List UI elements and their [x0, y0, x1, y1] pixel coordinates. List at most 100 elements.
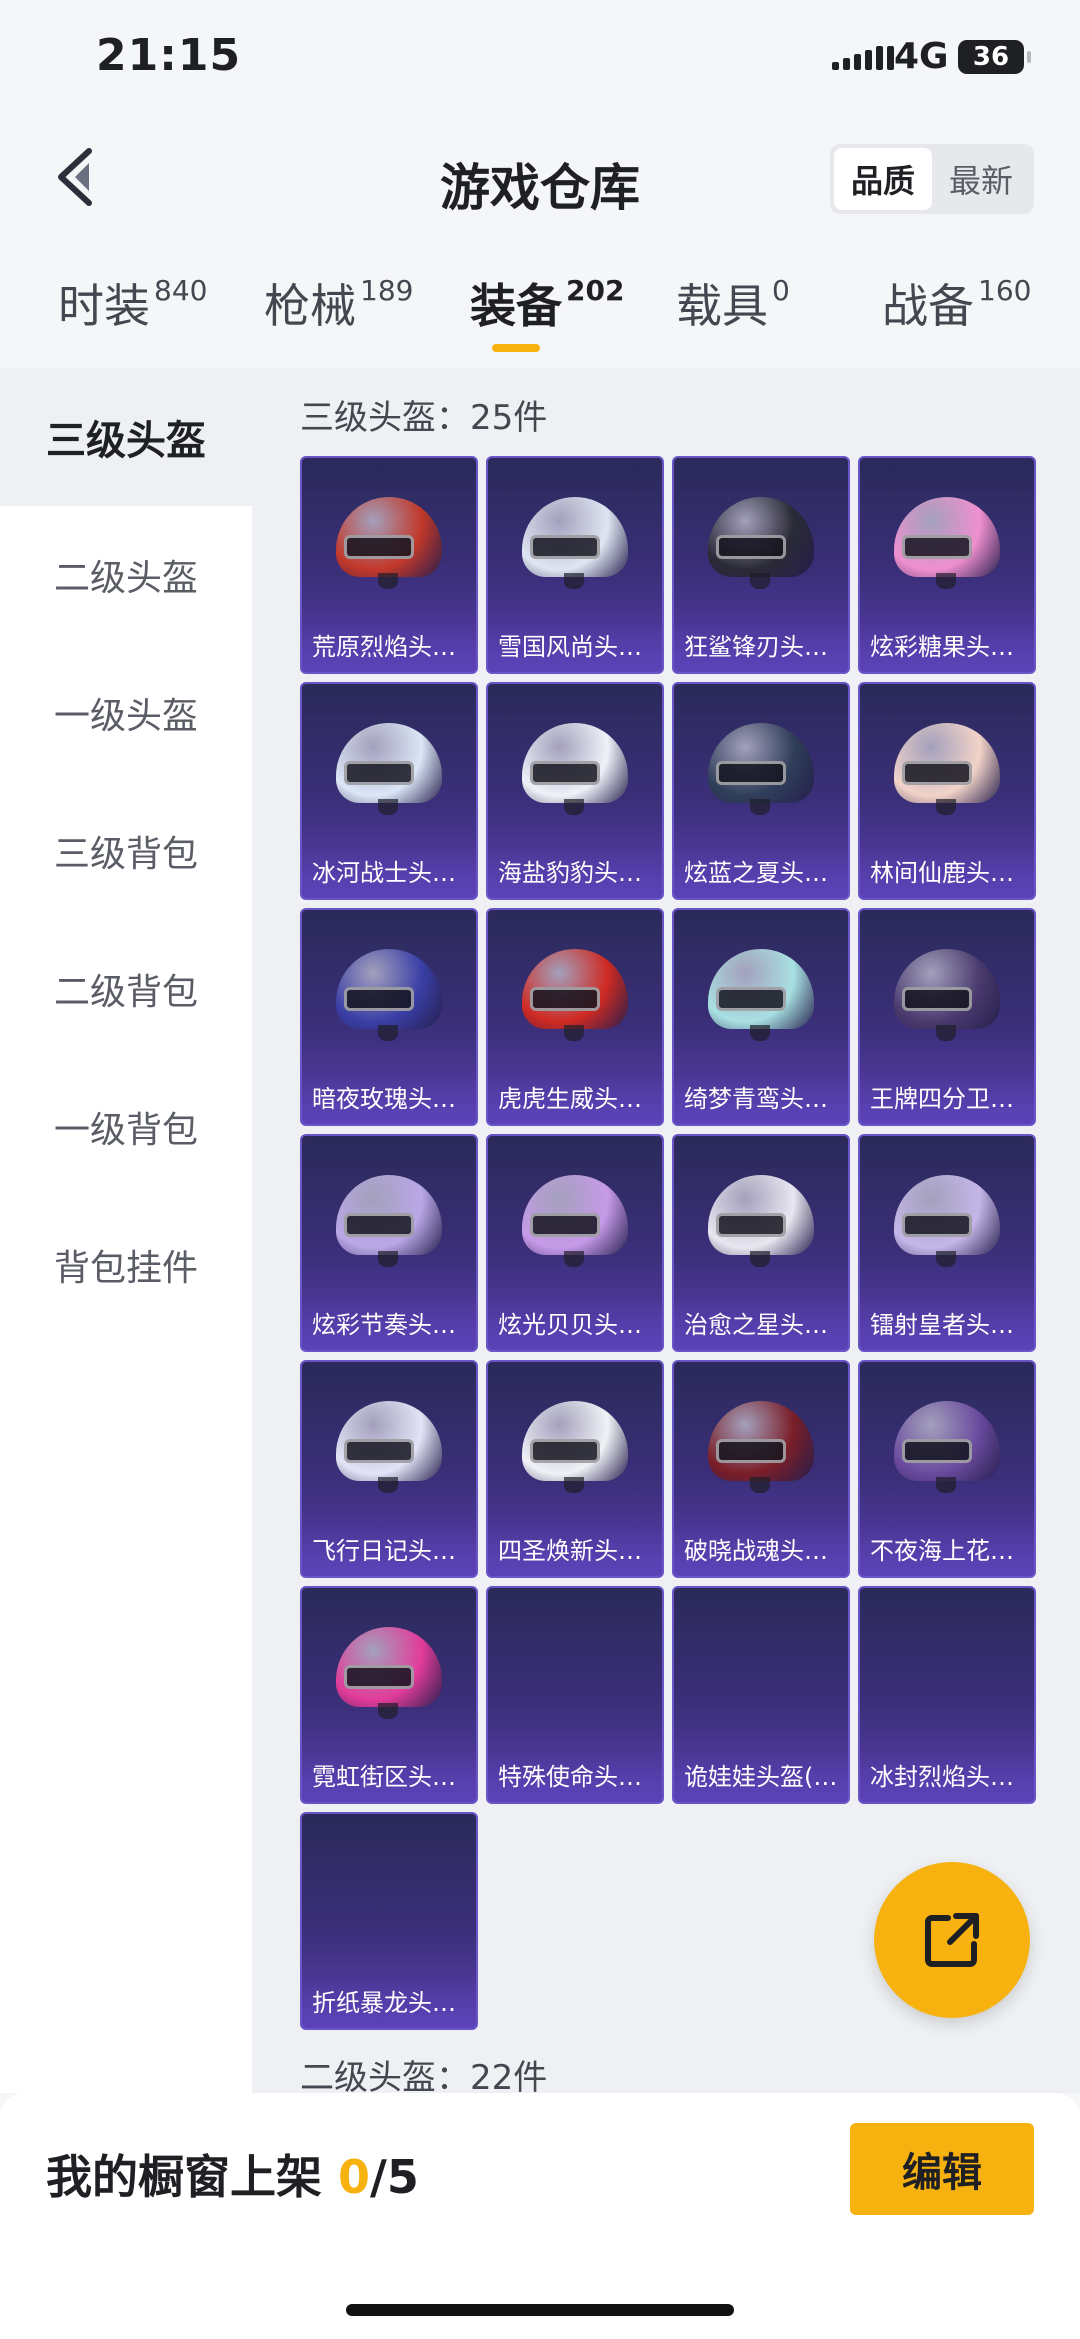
item-card[interactable]: 治愈之星头…	[672, 1134, 850, 1352]
item-card[interactable]: 四圣焕新头…	[486, 1360, 664, 1578]
item-card[interactable]: 折纸暴龙头…	[300, 1812, 478, 2030]
sidebar-item-level1-helmet[interactable]: 一级头盔	[0, 644, 252, 782]
item-card[interactable]: 炫蓝之夏头…	[672, 682, 850, 900]
item-thumbnail	[302, 684, 476, 850]
item-name: 折纸暴龙头…	[302, 1978, 476, 2028]
item-card[interactable]: 炫光贝贝头…	[486, 1134, 664, 1352]
item-card[interactable]: 诡娃娃头盔(…	[672, 1586, 850, 1804]
helmet-icon	[516, 1395, 634, 1495]
item-card[interactable]: 镭射皇者头…	[858, 1134, 1036, 1352]
item-name: 炫彩糖果头…	[860, 622, 1034, 672]
item-card[interactable]: 炫彩节奏头…	[300, 1134, 478, 1352]
item-card[interactable]: 王牌四分卫…	[858, 908, 1036, 1126]
tab-fashion[interactable]: 时装 840	[58, 270, 207, 336]
helmet-icon	[888, 943, 1006, 1043]
sidebar: 三级头盔 二级头盔 一级头盔 三级背包 二级背包 一级背包 背包挂件	[0, 368, 252, 2093]
category-tabs: 时装 840 枪械 189 装备 202 载具 0 战备 160	[0, 240, 1080, 368]
item-name: 飞行日记头…	[302, 1526, 476, 1576]
item-card[interactable]: 冰河战士头…	[300, 682, 478, 900]
battery-level: 36	[972, 42, 1010, 72]
helmet-icon	[702, 717, 820, 817]
item-thumbnail	[860, 684, 1034, 850]
item-thumbnail	[302, 458, 476, 624]
item-card[interactable]: 冰封烈焰头…	[858, 1586, 1036, 1804]
item-card[interactable]: 雪国风尚头…	[486, 456, 664, 674]
item-card[interactable]: 荒原烈焰头…	[300, 456, 478, 674]
sidebar-item-level3-backpack[interactable]: 三级背包	[0, 782, 252, 920]
tab-weapons[interactable]: 枪械 189	[264, 270, 413, 336]
item-name: 特殊使命头…	[488, 1752, 662, 1802]
item-card[interactable]: 海盐豹豹头…	[486, 682, 664, 900]
item-thumbnail	[860, 1362, 1034, 1528]
helmet-icon	[702, 1395, 820, 1495]
item-thumbnail	[302, 1362, 476, 1528]
status-bar: 21:15 4G 36	[0, 0, 1080, 120]
item-name: 炫光贝贝头…	[488, 1300, 662, 1350]
sidebar-item-level2-backpack[interactable]: 二级背包	[0, 920, 252, 1058]
network-type: 4G	[894, 36, 949, 77]
helmet-icon	[330, 1169, 448, 1269]
item-name: 林间仙鹿头…	[860, 848, 1034, 898]
item-name: 荒原烈焰头…	[302, 622, 476, 672]
tab-equipment[interactable]: 装备 202	[470, 270, 624, 336]
item-thumbnail	[674, 684, 848, 850]
sidebar-item-backpack-charm[interactable]: 背包挂件	[0, 1196, 252, 1334]
item-name: 炫蓝之夏头…	[674, 848, 848, 898]
item-name: 王牌四分卫…	[860, 1074, 1034, 1124]
tab-vehicles[interactable]: 载具 0	[676, 270, 790, 336]
item-name: 诡娃娃头盔(…	[674, 1752, 848, 1802]
helmet-icon	[330, 1395, 448, 1495]
tab-count: 189	[360, 273, 414, 307]
sidebar-item-level1-backpack[interactable]: 一级背包	[0, 1058, 252, 1196]
item-name: 镭射皇者头…	[860, 1300, 1034, 1350]
item-thumbnail	[674, 1362, 848, 1528]
item-name: 不夜海上花…	[860, 1526, 1034, 1576]
helmet-icon	[888, 1169, 1006, 1269]
item-card[interactable]: 暗夜玫瑰头…	[300, 908, 478, 1126]
sidebar-item-level3-helmet[interactable]: 三级头盔	[0, 368, 252, 506]
item-name: 冰封烈焰头…	[860, 1752, 1034, 1802]
item-thumbnail	[860, 910, 1034, 1076]
item-name: 炫彩节奏头…	[302, 1300, 476, 1350]
item-card[interactable]: 霓虹街区头…	[300, 1586, 478, 1804]
item-card[interactable]: 林间仙鹿头…	[858, 682, 1036, 900]
tab-count: 160	[978, 273, 1032, 307]
item-thumbnail	[674, 458, 848, 624]
sidebar-item-level2-helmet[interactable]: 二级头盔	[0, 506, 252, 644]
tab-supplies[interactable]: 战备 160	[882, 270, 1031, 336]
item-card[interactable]: 不夜海上花…	[858, 1360, 1036, 1578]
sort-option-quality[interactable]: 品质	[834, 148, 932, 210]
item-card[interactable]: 飞行日记头…	[300, 1360, 478, 1578]
share-button[interactable]	[874, 1862, 1030, 2018]
item-name: 暗夜玫瑰头…	[302, 1074, 476, 1124]
sort-option-latest[interactable]: 最新	[932, 148, 1030, 210]
item-list[interactable]: 三级头盔：25件 荒原烈焰头… 雪国风尚头… 狂鲨锋刃头… 炫彩糖果头… 冰河战士头… 海…	[252, 368, 1080, 2093]
showcase-count: 0	[338, 2150, 371, 2204]
helmet-icon	[888, 491, 1006, 591]
helmet-icon	[516, 1169, 634, 1269]
battery-icon: 36	[958, 40, 1031, 74]
section-title: 三级头盔：25件	[300, 398, 548, 438]
item-card[interactable]: 特殊使命头…	[486, 1586, 664, 1804]
item-card[interactable]: 破晓战魂头…	[672, 1360, 850, 1578]
showcase-total: /5	[370, 2150, 419, 2204]
item-card[interactable]: 虎虎生威头…	[486, 908, 664, 1126]
helmet-icon	[330, 1621, 448, 1721]
item-card[interactable]: 绮梦青鸾头…	[672, 908, 850, 1126]
cellular-signal-icon	[832, 46, 894, 70]
item-thumbnail	[302, 910, 476, 1076]
item-thumbnail	[302, 1136, 476, 1302]
item-thumbnail	[302, 1588, 476, 1754]
helmet-icon	[888, 717, 1006, 817]
bottom-bar: 我的橱窗上架 0/5 编辑	[0, 2093, 1080, 2339]
item-card[interactable]: 狂鲨锋刃头…	[672, 456, 850, 674]
edit-button[interactable]: 编辑	[850, 2123, 1034, 2215]
item-thumbnail	[488, 1362, 662, 1528]
helmet-icon	[702, 1169, 820, 1269]
external-link-icon	[925, 1913, 979, 1967]
helmet-icon	[330, 717, 448, 817]
item-thumbnail	[302, 1814, 476, 1980]
item-name: 治愈之星头…	[674, 1300, 848, 1350]
item-card[interactable]: 炫彩糖果头…	[858, 456, 1036, 674]
item-name: 绮梦青鸾头…	[674, 1074, 848, 1124]
